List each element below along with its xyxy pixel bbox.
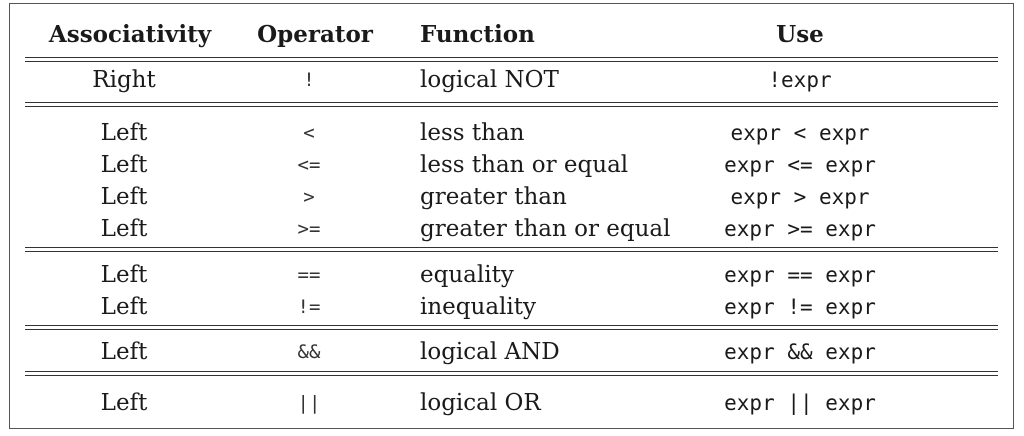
divider (25, 102, 998, 103)
cell-associativity: Left (100, 120, 148, 146)
table-row: Left >= greater than or equal expr >= ex… (10, 211, 1013, 247)
table-row: Left > greater than expr > expr (10, 179, 1013, 215)
cell-function: logical AND (420, 339, 560, 365)
table-row: Left <= less than or equal expr <= expr (10, 147, 1013, 183)
divider (25, 371, 998, 372)
table-row: Left < less than expr < expr (10, 115, 1013, 151)
header-function: Function (420, 21, 535, 48)
cell-function: greater than (420, 184, 567, 210)
cell-function: less than (420, 120, 525, 146)
cell-operator: <= (297, 154, 321, 176)
cell-use: expr == expr (724, 263, 876, 287)
cell-associativity: Left (100, 216, 148, 242)
header-associativity: Associativity (48, 21, 212, 48)
cell-operator: > (303, 186, 315, 208)
cell-associativity: Left (100, 262, 148, 288)
cell-use: expr <= expr (724, 153, 876, 177)
cell-operator: && (297, 341, 321, 363)
operator-table: Associativity Operator Function Use Righ… (9, 3, 1014, 429)
divider (25, 375, 998, 376)
cell-associativity: Left (100, 152, 148, 178)
cell-function: less than or equal (420, 152, 629, 178)
divider (25, 251, 998, 252)
cell-function: inequality (420, 294, 536, 320)
cell-use: expr >= expr (724, 217, 876, 241)
cell-operator: != (297, 296, 321, 318)
cell-associativity: Left (100, 390, 148, 416)
header-row: Associativity Operator Function Use (10, 17, 1013, 53)
cell-function: equality (420, 262, 514, 288)
divider (25, 325, 998, 326)
cell-use: expr != expr (724, 295, 876, 319)
cell-operator: ! (303, 69, 315, 91)
cell-associativity: Left (100, 339, 148, 365)
cell-function: logical NOT (420, 67, 559, 93)
cell-operator: < (303, 122, 315, 144)
cell-operator: >= (297, 218, 321, 240)
cell-use: !expr (768, 68, 832, 92)
cell-use: expr || expr (724, 391, 876, 415)
cell-associativity: Right (92, 67, 156, 93)
divider (25, 57, 998, 58)
header-operator: Operator (257, 21, 373, 48)
header-use: Use (776, 21, 824, 48)
cell-function: logical OR (420, 390, 541, 416)
table-row: Left == equality expr == expr (10, 257, 1013, 293)
table-row: Right ! logical NOT !expr (10, 62, 1013, 98)
cell-operator: == (297, 264, 321, 286)
cell-function: greater than or equal (420, 216, 671, 242)
table-row: Left && logical AND expr && expr (10, 334, 1013, 370)
divider (25, 106, 998, 107)
divider (25, 247, 998, 248)
cell-associativity: Left (100, 294, 148, 320)
divider (25, 329, 998, 330)
table-row: Left != inequality expr != expr (10, 289, 1013, 325)
cell-associativity: Left (100, 184, 148, 210)
cell-use: expr > expr (730, 185, 870, 209)
cell-use: expr < expr (730, 121, 870, 145)
cell-operator: || (297, 392, 321, 414)
cell-use: expr && expr (724, 340, 876, 364)
table-row: Left || logical OR expr || expr (10, 385, 1013, 421)
